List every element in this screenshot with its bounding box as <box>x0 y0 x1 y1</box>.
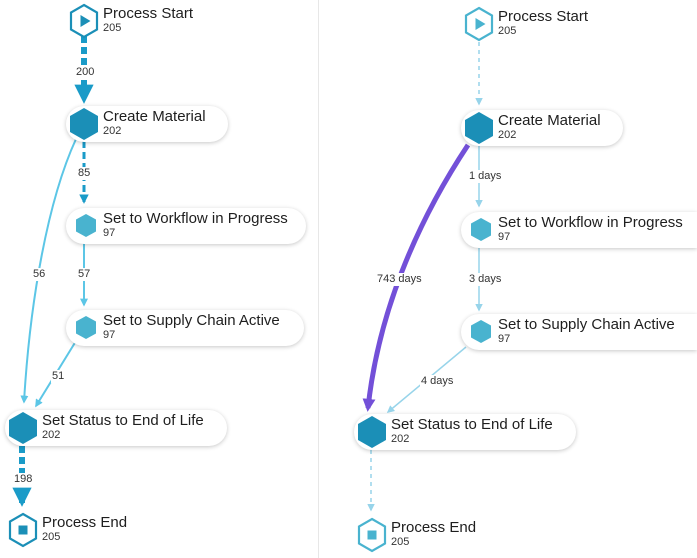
node-create-material[interactable]: Create Material 202 <box>66 106 228 142</box>
edge-label-create-to-eol: 56 <box>32 268 47 281</box>
node-supply-chain-active[interactable]: Set to Supply Chain Active 97 <box>66 310 304 346</box>
node-count: 97 <box>103 329 116 341</box>
node-label: Set to Supply Chain Active <box>498 316 675 333</box>
node-label: Set Status to End of Life <box>391 416 553 433</box>
node-label: Process End <box>42 514 128 531</box>
node-count: 202 <box>103 125 122 137</box>
node-count: 205 <box>103 22 122 34</box>
node-workflow-in-progress-right[interactable]: Set to Workflow in Progress 97 <box>461 212 697 248</box>
edge-label-create-to-eol-right: 743 days <box>376 273 423 286</box>
play-icon <box>67 2 101 40</box>
edge-label-eol-to-end: 198 <box>13 473 34 486</box>
activity-icon <box>464 313 498 351</box>
node-count: 205 <box>42 531 61 543</box>
node-count: 202 <box>42 429 61 441</box>
stop-icon <box>6 511 40 549</box>
edge-label-create-to-workflow: 85 <box>77 167 92 180</box>
node-process-start-right[interactable]: Process Start 205 <box>461 6 641 42</box>
edge-label-workflow-to-supply: 57 <box>77 268 92 281</box>
node-count: 205 <box>498 25 517 37</box>
node-label: Set to Workflow in Progress <box>498 214 683 231</box>
node-process-end-right[interactable]: Process End 205 <box>354 517 524 553</box>
node-supply-chain-active-right[interactable]: Set to Supply Chain Active 97 <box>461 314 697 350</box>
node-count: 202 <box>391 433 410 445</box>
node-count: 202 <box>498 129 517 141</box>
node-process-end[interactable]: Process End 205 <box>5 512 175 548</box>
activity-icon <box>355 413 389 451</box>
node-end-of-life-right[interactable]: Set Status to End of Life 202 <box>354 414 576 450</box>
node-label: Set to Workflow in Progress <box>103 210 288 227</box>
edge-label-create-to-workflow-right: 1 days <box>468 170 503 183</box>
node-count: 97 <box>103 227 116 239</box>
edge-label-start-to-create: 200 <box>75 66 96 79</box>
process-map-comparison: 200 85 56 57 51 198 1 days 743 days 3 da… <box>0 0 697 558</box>
node-create-material-right[interactable]: Create Material 202 <box>461 110 623 146</box>
node-process-start[interactable]: Process Start 205 <box>66 3 246 39</box>
stop-icon <box>355 516 389 554</box>
node-label: Process Start <box>498 8 589 25</box>
edge-label-supply-to-eol-right: 4 days <box>420 375 455 388</box>
node-label: Set to Supply Chain Active <box>103 312 280 329</box>
activity-icon <box>462 109 496 147</box>
activity-icon <box>67 105 101 143</box>
edge-layer <box>12 36 483 512</box>
node-count: 97 <box>498 231 511 243</box>
node-count: 97 <box>498 333 511 345</box>
play-icon <box>462 5 496 43</box>
node-label: Process Start <box>103 5 194 22</box>
edge-label-supply-to-eol: 51 <box>51 370 66 383</box>
node-end-of-life[interactable]: Set Status to End of Life 202 <box>5 410 227 446</box>
node-label: Set Status to End of Life <box>42 412 204 429</box>
edge-label-workflow-to-supply-right: 3 days <box>468 273 503 286</box>
node-label: Process End <box>391 519 477 536</box>
activity-icon <box>69 309 103 347</box>
activity-icon <box>464 211 498 249</box>
node-workflow-in-progress[interactable]: Set to Workflow in Progress 97 <box>66 208 306 244</box>
activity-icon <box>69 207 103 245</box>
node-count: 205 <box>391 536 410 548</box>
node-label: Create Material <box>498 112 601 129</box>
activity-icon <box>6 409 40 447</box>
node-label: Create Material <box>103 108 206 125</box>
